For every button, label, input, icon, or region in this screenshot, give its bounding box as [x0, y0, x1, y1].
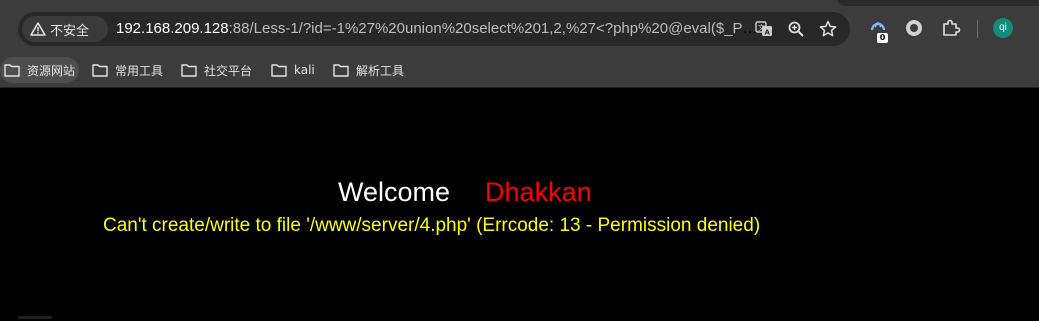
puzzle-icon[interactable] [941, 18, 961, 38]
translate-icon[interactable]: 文 A [755, 20, 773, 38]
warning-icon [30, 22, 46, 36]
folder-icon [333, 64, 349, 77]
bookmarks-bar: 资源网站 常用工具 社交平台 kali 解析工具 [0, 54, 1039, 88]
url-host: 192.168.209.128 [116, 20, 229, 37]
welcome-text: Welcome [338, 177, 451, 207]
welcome-heading: Welcome Dhakkan [338, 177, 592, 208]
bookmark-label: 解析工具 [356, 63, 405, 78]
record-icon[interactable] [904, 18, 924, 38]
user-name: Dhakkan [485, 177, 592, 207]
folder-icon [181, 64, 197, 77]
tab-strip-edge [838, 0, 1039, 6]
security-indicator[interactable]: 不安全 [22, 16, 108, 42]
folder-icon [271, 64, 287, 77]
bookmark-label: 常用工具 [115, 63, 164, 78]
folder-icon [4, 64, 20, 77]
toolbar-divider [977, 20, 978, 38]
profile-avatar[interactable]: qi [993, 18, 1013, 38]
bookmark-folder-tools[interactable]: 常用工具 [88, 57, 167, 83]
url-path: :88/Less-1/?id=-1%27%20union%20select%20… [228, 20, 764, 37]
bookmark-label: 资源网站 [27, 63, 76, 78]
bookmark-label: 社交平台 [204, 63, 253, 78]
error-message: Can't create/write to file '/www/server/… [103, 215, 761, 236]
zoom-icon[interactable] [787, 20, 805, 38]
bookmark-folder-kali[interactable]: kali [267, 57, 319, 83]
bookmark-folder-resources[interactable]: 资源网站 [0, 57, 80, 83]
bookmark-folder-parsing[interactable]: 解析工具 [329, 57, 408, 83]
star-icon[interactable] [819, 20, 837, 38]
svg-text:A: A [765, 29, 771, 37]
page-content: Welcome Dhakkan Can't create/write to fil… [0, 88, 1039, 321]
bookmark-folder-social[interactable]: 社交平台 [177, 57, 256, 83]
bookmark-label: kali [294, 63, 315, 77]
security-label: 不安全 [50, 23, 90, 39]
folder-icon [92, 64, 108, 77]
extension-badge: 0 [877, 33, 888, 43]
page-scroll-indicator [18, 316, 52, 319]
address-bar[interactable]: 不安全 192.168.209.128:88/Less-1/?id=-1%27%… [18, 12, 850, 46]
browser-toolbar: 不安全 192.168.209.128:88/Less-1/?id=-1%27%… [0, 0, 1039, 54]
url-text[interactable]: 192.168.209.128:88/Less-1/?id=-1%27%20un… [116, 20, 764, 37]
